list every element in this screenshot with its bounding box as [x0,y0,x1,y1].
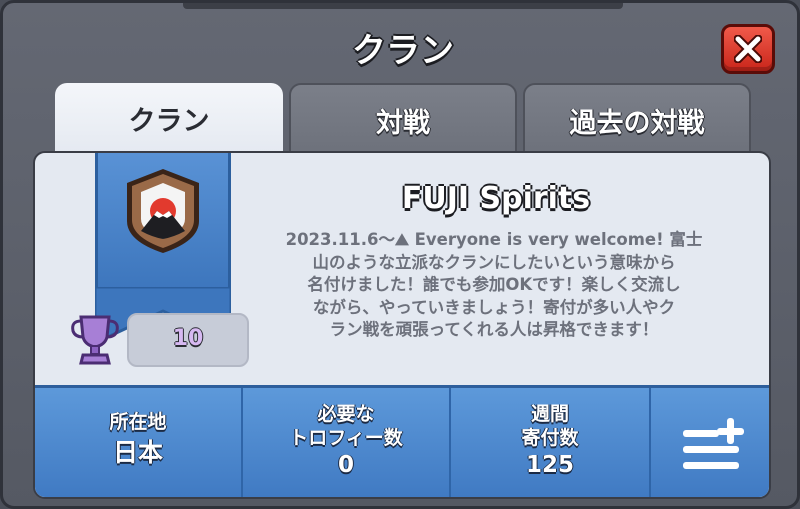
window-title: クラン [352,31,454,71]
tab-label: 過去の対戦 [569,108,705,139]
stat-required-trophies: 必要な トロフィー数 0 [243,388,449,497]
weekly-donations-label: 週間 寄付数 [521,403,579,449]
required-trophies-label: 必要な トロフィー数 [289,403,403,449]
trophy-icon [71,315,119,365]
clan-stats-bar: 所在地 日本 必要な トロフィー数 0 週間 寄付数 125 [35,385,769,497]
tab-clan[interactable]: クラン [55,83,283,161]
trophy-count: 10 [127,313,249,367]
location-label: 所在地 [109,411,167,433]
clan-name: FUJI Spirits [401,181,591,216]
clan-window: クラン クラン 対戦 過去の対戦 10 FUJI Spirits 2023.11… [0,0,800,509]
members-menu-button[interactable] [651,388,769,497]
location-value: 日本 [112,438,163,467]
weekly-donations-value: 125 [525,452,574,478]
trophy-value: 10 [172,326,204,351]
clan-description: 2023.11.6～⛰ Everyone is very welcome! 富士… [285,230,703,339]
stat-location: 所在地 日本 [35,388,241,497]
stat-weekly-donations: 週間 寄付数 125 [451,388,649,497]
tab-past-wars[interactable]: 過去の対戦 [523,83,751,161]
close-button[interactable] [721,24,775,74]
top-edge [183,3,623,9]
tab-war[interactable]: 対戦 [289,83,517,161]
list-plus-icon [683,418,744,469]
tab-label: 対戦 [376,108,430,139]
required-trophies-value: 0 [337,452,354,478]
clan-info-card: 10 FUJI Spirits 2023.11.6～⛰ Everyone is … [33,151,771,499]
close-icon [734,35,762,63]
mount-fuji-badge-icon [127,169,199,253]
tab-label: クラン [128,106,210,137]
